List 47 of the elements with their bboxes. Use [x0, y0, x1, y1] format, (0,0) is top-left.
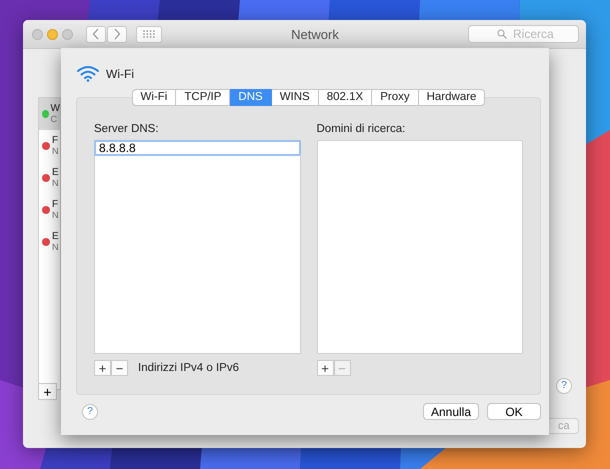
minimize-button[interactable]	[47, 28, 58, 40]
list-label: Server DNS:	[94, 123, 160, 137]
remove-button[interactable]: −	[111, 360, 128, 376]
back-button[interactable]	[86, 26, 106, 42]
close-button[interactable]	[32, 28, 43, 40]
add-button[interactable]: +	[38, 383, 57, 400]
sidebar-item[interactable]: E N	[39, 226, 60, 258]
tab[interactable]: WINS	[272, 89, 319, 106]
dialog-button[interactable]: Annulla	[423, 403, 479, 420]
wifi-icon	[76, 65, 100, 82]
grid-button[interactable]	[136, 26, 162, 42]
service-name: F	[52, 135, 58, 146]
zoom-button[interactable]	[62, 28, 73, 40]
tab[interactable]: Proxy	[372, 89, 419, 106]
tab[interactable]: Wi-Fi	[132, 89, 176, 106]
dialog-button[interactable]: OK	[487, 403, 541, 420]
service-status: N	[52, 178, 59, 189]
service-status: C	[50, 114, 58, 125]
search-field[interactable]: Ricerca	[468, 25, 579, 43]
tab[interactable]: 802.1X	[318, 89, 372, 106]
input-field[interactable]: 8.8.8.8	[94, 140, 300, 156]
service-name: E	[52, 167, 59, 178]
grid-icon	[143, 30, 155, 38]
sidebar-item[interactable]: E N	[39, 162, 60, 194]
search-icon	[497, 29, 507, 39]
add-button[interactable]: +	[316, 360, 334, 376]
add-button[interactable]: +	[94, 360, 111, 376]
service-name: F	[52, 199, 58, 210]
window-title: Network	[290, 26, 340, 42]
service-status: N	[52, 146, 58, 157]
service-name: E	[52, 231, 59, 242]
tab[interactable]: Hardware	[418, 89, 486, 106]
service-name: W	[50, 103, 60, 114]
help-button[interactable]: ?	[82, 404, 98, 420]
service-status: N	[52, 210, 58, 221]
service-status: N	[52, 242, 59, 253]
sidebar-item[interactable]: F N	[39, 130, 60, 162]
hint-text: Indirizzi IPv4 o IPv6	[138, 362, 239, 374]
sidebar-item[interactable]: F N	[39, 194, 60, 226]
list-label: Domini di ricerca:	[316, 123, 406, 137]
sidebar-item[interactable]: W C	[39, 98, 60, 130]
chevron-right-icon	[113, 28, 121, 40]
service-title: Wi-Fi	[106, 66, 134, 80]
tab[interactable]: TCP/IP	[176, 89, 230, 106]
chevron-left-icon	[92, 28, 100, 40]
forward-button[interactable]	[107, 26, 127, 42]
help-button[interactable]: ?	[556, 378, 572, 394]
